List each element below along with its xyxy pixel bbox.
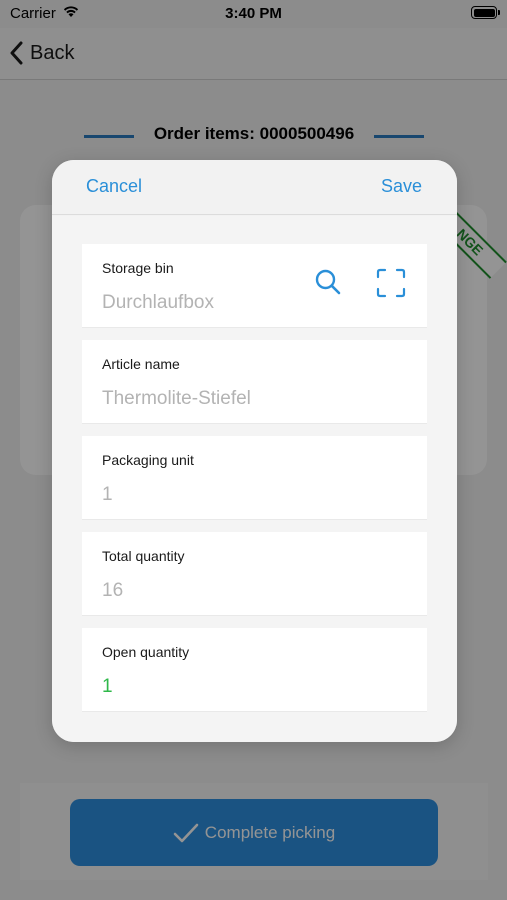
total-quantity-label: Total quantity xyxy=(102,548,185,564)
packaging-unit-value[interactable]: 1 xyxy=(102,484,113,506)
storage-bin-label: Storage bin xyxy=(102,260,174,276)
storage-bin-value[interactable]: Durchlaufbox xyxy=(102,292,214,314)
total-quantity-value[interactable]: 16 xyxy=(102,580,123,602)
open-quantity-field[interactable]: Open quantity 1 xyxy=(82,628,427,712)
article-name-field[interactable]: Article name Thermolite-Stiefel xyxy=(82,340,427,424)
edit-item-modal: Cancel Save Storage bin Durchlaufbox Art… xyxy=(52,160,457,742)
article-name-value[interactable]: Thermolite-Stiefel xyxy=(102,388,251,410)
storage-bin-field[interactable]: Storage bin Durchlaufbox xyxy=(82,244,427,328)
save-button[interactable]: Save xyxy=(381,176,422,197)
modal-body: Storage bin Durchlaufbox Article name Th… xyxy=(52,216,457,742)
open-quantity-value[interactable]: 1 xyxy=(102,676,113,698)
cancel-button[interactable]: Cancel xyxy=(86,176,142,197)
scan-icon[interactable] xyxy=(376,268,406,298)
open-quantity-label: Open quantity xyxy=(102,644,190,660)
total-quantity-field[interactable]: Total quantity 16 xyxy=(82,532,427,616)
article-name-label: Article name xyxy=(102,356,180,372)
packaging-unit-field[interactable]: Packaging unit 1 xyxy=(82,436,427,520)
packaging-unit-label: Packaging unit xyxy=(102,452,194,468)
search-icon[interactable] xyxy=(314,268,342,296)
modal-header: Cancel Save xyxy=(52,160,457,215)
